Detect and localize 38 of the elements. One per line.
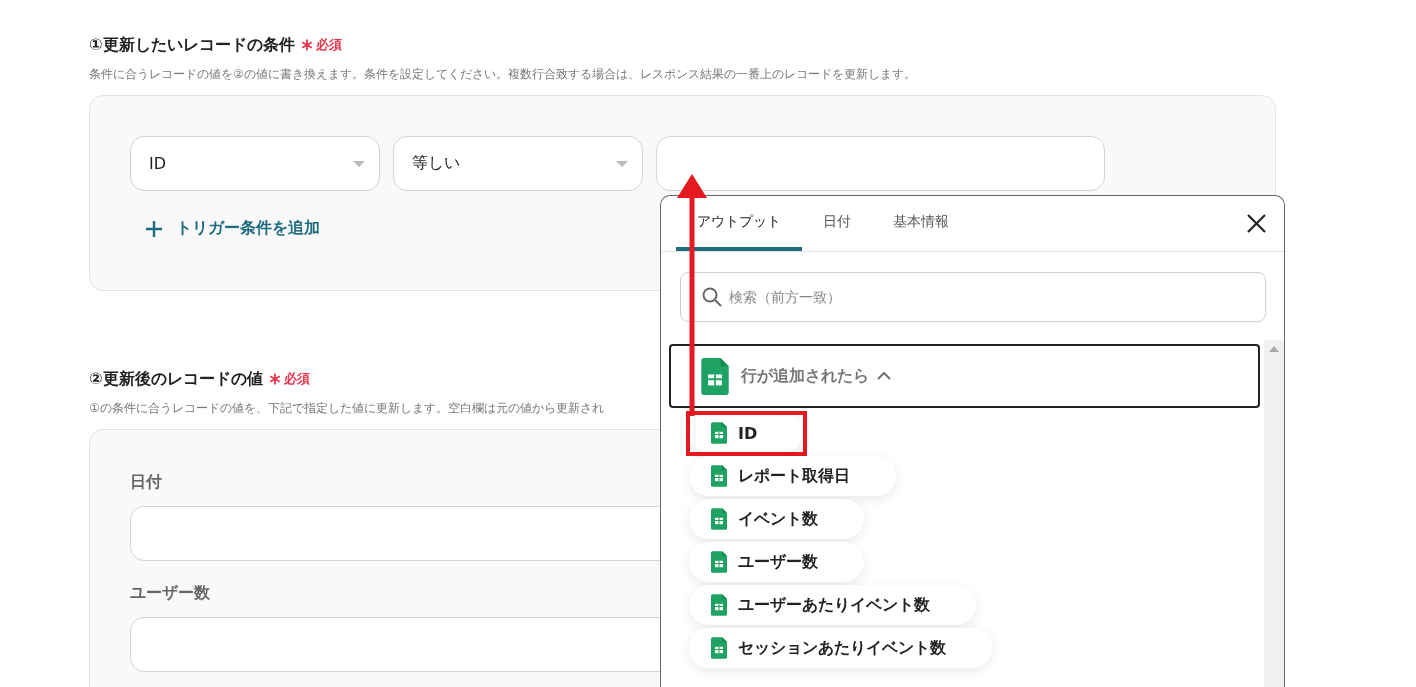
output-chip[interactable]: イベント数 bbox=[689, 499, 864, 539]
group-header[interactable]: 行が追加されたら bbox=[669, 344, 1260, 408]
output-chip[interactable]: レポート取得日 bbox=[689, 456, 896, 496]
spreadsheet-icon bbox=[711, 422, 727, 444]
section-title: ②更新後のレコードの値 bbox=[89, 368, 263, 390]
spreadsheet-icon bbox=[711, 551, 727, 573]
scroll-up-icon bbox=[1269, 346, 1279, 352]
scrollbar[interactable] bbox=[1264, 340, 1284, 687]
field-label: ユーザー数 bbox=[130, 583, 210, 604]
required-label: 必須 bbox=[315, 36, 342, 54]
required-label: 必須 bbox=[283, 370, 310, 388]
tab[interactable]: 日付 bbox=[802, 196, 872, 251]
output-chip[interactable]: ユーザー数 bbox=[689, 542, 864, 582]
spreadsheet-icon bbox=[711, 594, 727, 616]
search-field[interactable]: 検索（前方一致） bbox=[680, 272, 1266, 322]
section-description: 条件に合うレコードの値を②の値に書き換えます。条件を設定してください。複数行合致する場合は、レスポンス結果の一番上のレコードを更新します。 bbox=[89, 66, 917, 83]
select-field[interactable]: ID bbox=[130, 136, 380, 191]
output-chip[interactable]: ID bbox=[689, 413, 804, 453]
plus-icon bbox=[146, 220, 162, 237]
dropdown-caret-icon bbox=[353, 160, 365, 167]
spreadsheet-icon bbox=[701, 357, 729, 395]
spreadsheet-icon bbox=[711, 465, 727, 487]
output-chip[interactable]: セッションあたりイベント数 bbox=[689, 628, 992, 668]
asterisk-icon bbox=[268, 373, 281, 385]
output-chip[interactable]: ユーザーあたりイベント数 bbox=[689, 585, 976, 625]
input-field[interactable] bbox=[656, 136, 1105, 191]
section-title: ①更新したいレコードの条件 bbox=[89, 34, 295, 56]
add-condition-button[interactable]: トリガー条件を追加 bbox=[146, 218, 320, 239]
close-icon[interactable] bbox=[1247, 214, 1266, 233]
search-icon bbox=[702, 287, 722, 307]
section-description: ①の条件に合うレコードの値を、下記で指定した値に更新します。空白欄は元の値から更新され bbox=[89, 400, 605, 417]
field-label: 日付 bbox=[130, 472, 162, 493]
spreadsheet-icon bbox=[711, 637, 727, 659]
asterisk-icon bbox=[300, 39, 313, 51]
tab[interactable]: 基本情報 bbox=[872, 196, 970, 251]
dropdown-caret-icon bbox=[616, 160, 628, 167]
select-field[interactable]: 等しい bbox=[393, 136, 643, 191]
spreadsheet-icon bbox=[711, 508, 727, 530]
